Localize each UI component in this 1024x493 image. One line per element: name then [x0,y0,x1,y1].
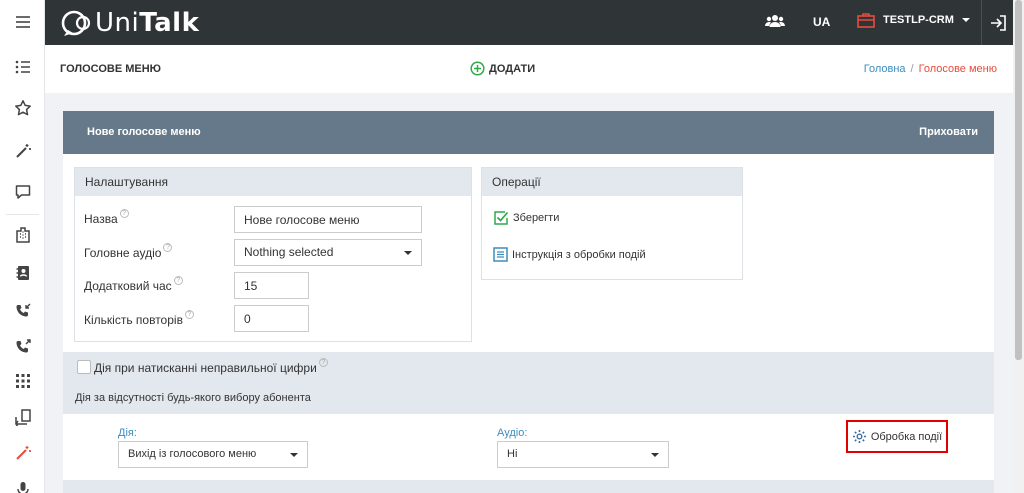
company-selector[interactable]: TESTLP-CRM [857,12,970,28]
voice-menu-panel: Нове голосове меню Приховати Налаштуванн… [63,111,994,493]
plus-circle-icon [470,61,485,76]
breadcrumb-home[interactable]: Головна [864,63,906,75]
add-button-label: ДОДАТИ [489,62,536,75]
no-choice-heading: Дія за відсутності будь-якого вибору або… [75,392,311,404]
main-audio-select[interactable]: Nothing selected [234,239,422,266]
gear-icon [852,430,866,443]
panel-title: Нове голосове меню [87,126,201,138]
help-icon[interactable]: ? [173,276,183,285]
list-icon[interactable] [0,52,45,82]
action-value: Вихід із голосового меню [128,448,257,460]
users-icon[interactable] [765,13,785,32]
save-button[interactable]: Зберегти [493,210,559,226]
briefcase-icon [857,13,875,28]
logo-text: UniTalk [95,8,200,38]
magic-wand-red-icon[interactable] [0,438,45,468]
action-select[interactable]: Вихід із голосового меню [118,441,308,468]
chevron-down-icon [961,18,970,22]
breadcrumb-current: Голосове меню [918,63,997,75]
instruction-label: Інструкція з обробки подій [512,248,646,261]
audio-label: Аудіо: [497,427,528,439]
extra-time-label: Додатковий час? [84,276,183,293]
sidebar-divider [6,214,39,215]
logout-button[interactable] [981,0,1013,45]
wrong-digit-label: Дія при натисканні неправильної цифри? [94,358,328,375]
check-square-icon [494,211,509,225]
page-scrollbar[interactable] [1013,0,1024,493]
instruction-button[interactable]: Інструкція з обробки подій [493,247,646,262]
grid-icon[interactable] [0,366,45,396]
settings-heading: Налаштування [75,168,471,196]
logo-icon [61,10,91,36]
repeats-label: Кількість повторів? [84,310,194,327]
page-header: ГОЛОСОВЕ МЕНЮ ДОДАТИ Головна / Голосове ме… [45,45,1013,93]
help-icon[interactable]: ? [184,310,194,319]
page-title: ГОЛОСОВЕ МЕНЮ [60,63,161,75]
caret-down-icon [290,453,298,457]
action-label: Дія: [118,427,137,439]
repeats-input[interactable] [234,305,309,332]
caret-down-icon [404,251,412,255]
microphone-icon[interactable] [0,474,45,493]
menu-icon[interactable] [0,7,45,37]
document-list-icon [493,247,508,262]
help-icon[interactable]: ? [318,358,328,367]
magic-wand-icon[interactable] [0,136,45,166]
help-icon[interactable]: ? [119,209,129,218]
bottom-strip [63,480,994,493]
main-audio-value: Nothing selected [244,245,334,259]
main-audio-label: Головне аудіо? [84,243,173,260]
name-label: Назва? [84,209,129,226]
panel-header: Нове голосове меню Приховати [63,111,994,154]
star-icon[interactable] [0,93,45,123]
add-button[interactable]: ДОДАТИ [470,61,535,76]
caret-down-icon [651,453,659,457]
company-name: TESTLP-CRM [883,14,954,26]
scroll-thumb[interactable] [1015,0,1022,360]
operations-heading: Операції [482,168,742,196]
logo[interactable]: UniTalk [61,8,199,38]
import-icon[interactable] [0,402,45,432]
audio-select[interactable]: Ні [497,441,669,468]
logout-icon [990,14,1006,31]
event-handling-label: Обробка події [870,430,943,443]
breadcrumb-separator: / [910,63,914,75]
chat-icon[interactable] [0,177,45,207]
extra-time-input[interactable] [234,272,309,299]
help-icon[interactable]: ? [163,243,173,252]
save-label: Зберегти [513,212,560,224]
name-input[interactable] [234,206,422,233]
top-bar: UniTalk UA TESTLP-CRM [45,0,1013,45]
left-sidebar [0,0,45,493]
incoming-call-icon[interactable] [0,296,45,326]
language-selector[interactable]: UA [813,15,830,29]
event-handling-button[interactable]: Обробка події [846,420,948,453]
breadcrumb: Головна / Голосове меню [864,63,997,75]
hide-button[interactable]: Приховати [919,126,978,138]
contacts-icon[interactable] [0,258,45,288]
audio-value: Ні [507,448,518,460]
outgoing-call-icon[interactable] [0,332,45,362]
wrong-digit-checkbox[interactable] [77,360,91,374]
building-icon[interactable] [0,220,45,250]
